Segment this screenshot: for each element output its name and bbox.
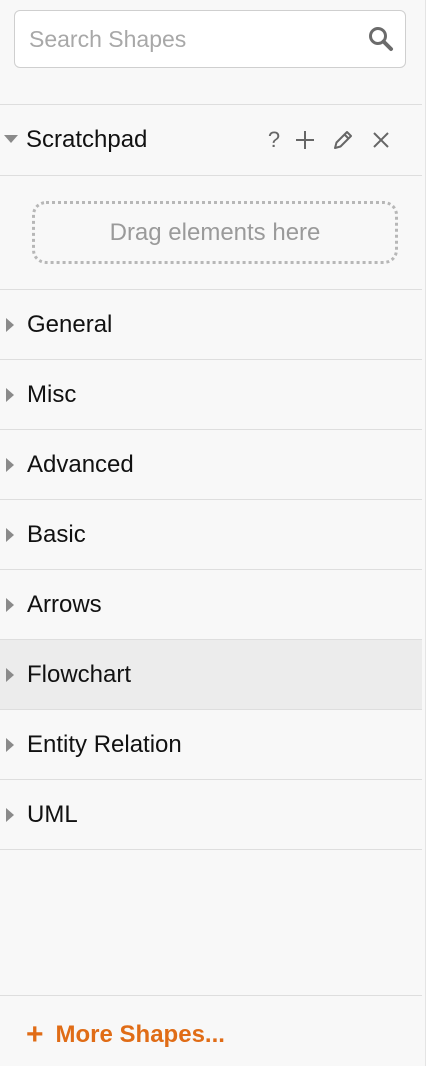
category-uml[interactable]: UML — [0, 780, 422, 849]
footer-divider — [0, 995, 422, 996]
category-label[interactable]: Flowchart — [27, 660, 131, 690]
collapsed-caret-icon[interactable] — [6, 318, 14, 332]
more-shapes-button[interactable]: + More Shapes... — [26, 1018, 225, 1052]
divider — [0, 849, 422, 850]
category-basic[interactable]: Basic — [0, 500, 422, 569]
edit-button[interactable] — [324, 125, 362, 155]
plus-icon — [296, 131, 314, 149]
pencil-icon — [334, 131, 352, 149]
category-label[interactable]: Misc — [27, 380, 76, 410]
category-advanced[interactable]: Advanced — [0, 430, 422, 499]
category-flowchart[interactable]: Flowchart — [0, 640, 422, 709]
collapsed-caret-icon[interactable] — [6, 388, 14, 402]
category-general[interactable]: General — [0, 290, 422, 359]
plus-icon: + — [26, 1018, 44, 1051]
collapsed-caret-icon[interactable] — [6, 808, 14, 822]
search-icon[interactable] — [367, 25, 395, 53]
category-entity-relation[interactable]: Entity Relation — [0, 710, 422, 779]
scratchpad-dropzone[interactable]: Drag elements here — [32, 201, 398, 264]
scratchpad-tools: ? — [262, 125, 400, 155]
scratchpad-header[interactable]: Scratchpad ? — [0, 105, 422, 175]
category-arrows[interactable]: Arrows — [0, 570, 422, 639]
close-icon — [373, 132, 389, 148]
add-button[interactable] — [286, 125, 324, 155]
category-misc[interactable]: Misc — [0, 360, 422, 429]
close-button[interactable] — [362, 125, 400, 155]
category-label[interactable]: Advanced — [27, 450, 134, 480]
collapsed-caret-icon[interactable] — [6, 528, 14, 542]
search-input[interactable] — [15, 11, 355, 67]
divider — [0, 175, 422, 176]
collapsed-caret-icon[interactable] — [6, 458, 14, 472]
help-button[interactable]: ? — [262, 125, 286, 155]
collapsed-caret-icon[interactable] — [6, 598, 14, 612]
search-box[interactable] — [14, 10, 406, 68]
collapsed-caret-icon[interactable] — [6, 668, 14, 682]
expanded-caret-icon[interactable] — [4, 135, 18, 143]
category-label[interactable]: Entity Relation — [27, 730, 182, 760]
shapes-sidebar: Scratchpad ? — [0, 0, 426, 1066]
category-label[interactable]: Basic — [27, 520, 86, 550]
collapsed-caret-icon[interactable] — [6, 738, 14, 752]
more-shapes-label[interactable]: More Shapes... — [56, 1021, 225, 1049]
category-label[interactable]: General — [27, 310, 112, 340]
category-label[interactable]: Arrows — [27, 590, 102, 620]
scratchpad-title[interactable]: Scratchpad — [26, 125, 147, 155]
category-label[interactable]: UML — [27, 800, 78, 830]
